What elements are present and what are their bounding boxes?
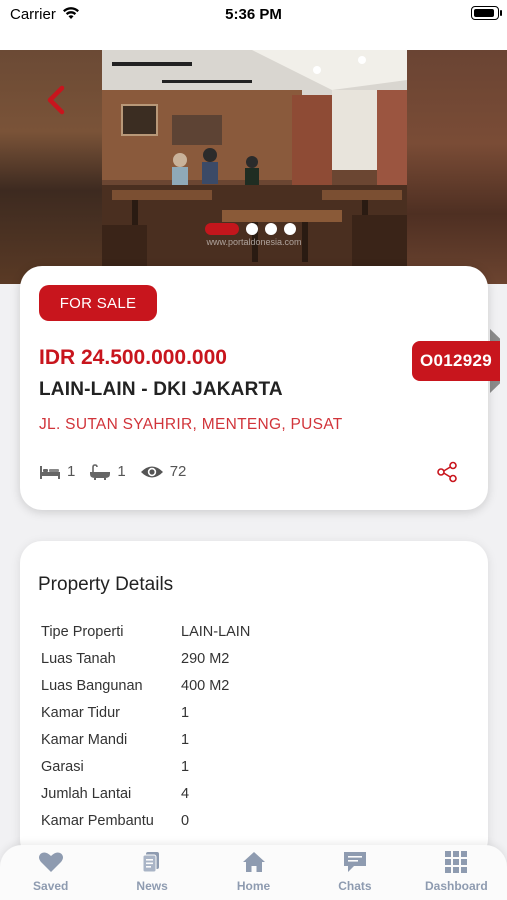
for-sale-badge: FOR SALE <box>39 285 157 321</box>
table-row: Tipe Properti LAIN-LAIN <box>41 618 250 645</box>
nav-item-news[interactable]: News <box>101 845 202 900</box>
nav-label: Saved <box>33 879 69 893</box>
table-row: Jumlah Lantai 4 <box>41 780 250 807</box>
chat-icon <box>343 852 366 872</box>
bottom-navigation: Saved News Home Chats Dashboard <box>0 845 507 900</box>
back-arrow-icon[interactable] <box>40 82 76 118</box>
carousel-dot-active[interactable] <box>205 223 239 235</box>
listing-price: IDR 24.500.000.000 <box>39 346 227 369</box>
detail-label: Kamar Mandi <box>41 731 128 748</box>
listing-code-badge: O012929 <box>412 341 500 381</box>
detail-value: 1 <box>181 731 190 748</box>
listing-stats: 1 1 72 <box>39 463 200 480</box>
battery-icon <box>471 6 502 20</box>
restaurant-photo: www.portaldonesia.com <box>102 50 407 270</box>
bed-icon <box>40 465 60 479</box>
detail-label: Kamar Tidur <box>41 704 120 721</box>
bathroom-stat: 1 <box>89 463 126 480</box>
eye-icon <box>140 466 163 477</box>
table-row: Luas Tanah 290 M2 <box>41 645 250 672</box>
carousel-indicator[interactable] <box>205 223 296 235</box>
nav-label: Dashboard <box>424 879 488 893</box>
home-icon <box>242 852 265 872</box>
detail-value: 1 <box>181 758 190 775</box>
detail-label: Jumlah Lantai <box>41 785 132 802</box>
heart-icon <box>38 852 63 872</box>
bathroom-count: 1 <box>117 463 126 480</box>
nav-label: News <box>136 879 168 893</box>
listing-address[interactable]: JL. SUTAN SYAHRIR, MENTENG, PUSAT <box>39 416 343 434</box>
nav-item-home[interactable]: Home <box>203 845 304 900</box>
listing-summary-card: FOR SALE IDR 24.500.000.000 LAIN-LAIN - … <box>20 266 488 510</box>
table-row: Garasi 1 <box>41 753 250 780</box>
property-details-title: Property Details <box>38 574 174 595</box>
detail-value: 1 <box>181 704 190 721</box>
clock: 5:36 PM <box>225 6 282 23</box>
nav-item-dashboard[interactable]: Dashboard <box>406 845 507 900</box>
detail-label: Garasi <box>41 758 84 775</box>
detail-value: LAIN-LAIN <box>181 623 251 640</box>
nav-item-chats[interactable]: Chats <box>304 845 405 900</box>
detail-label: Luas Bangunan <box>41 677 143 694</box>
detail-label: Tipe Properti <box>41 623 124 640</box>
carousel-dot[interactable] <box>284 223 296 235</box>
bedroom-stat: 1 <box>39 463 75 480</box>
photo-blur-right <box>407 50 507 284</box>
grid-icon <box>445 851 468 873</box>
table-row: Kamar Pembantu 0 <box>41 807 250 834</box>
table-row: Kamar Tidur 1 <box>41 699 250 726</box>
nav-item-saved[interactable]: Saved <box>0 845 101 900</box>
detail-value: 4 <box>181 785 190 802</box>
news-icon <box>142 852 160 873</box>
listing-title: LAIN-LAIN - DKI JAKARTA <box>39 379 283 400</box>
detail-value: 0 <box>181 812 190 829</box>
detail-value: 400 M2 <box>181 677 230 694</box>
bathtub-icon <box>90 463 111 480</box>
views-stat: 72 <box>140 463 187 480</box>
bedroom-count: 1 <box>67 463 76 480</box>
status-bar: Carrier 5:36 PM <box>0 0 507 50</box>
detail-label: Kamar Pembantu <box>41 812 154 829</box>
views-count: 72 <box>169 463 187 480</box>
nav-label: Chats <box>338 879 372 893</box>
detail-value: 290 M2 <box>181 650 230 667</box>
nav-label: Home <box>236 879 271 893</box>
carousel-dot[interactable] <box>265 223 277 235</box>
detail-label: Luas Tanah <box>41 650 116 667</box>
carousel-dot[interactable] <box>246 223 258 235</box>
share-icon[interactable] <box>436 461 458 483</box>
property-details-table: Tipe Properti LAIN-LAIN Luas Tanah 290 M2 … <box>41 618 250 834</box>
table-row: Kamar Mandi 1 <box>41 726 250 753</box>
photo-watermark: www.portaldonesia.com <box>205 237 301 247</box>
table-row: Luas Bangunan 400 M2 <box>41 672 250 699</box>
property-photo-carousel[interactable]: www.portaldonesia.com <box>0 50 507 284</box>
property-details-card: Property Details Tipe Properti LAIN-LAIN … <box>20 541 488 861</box>
